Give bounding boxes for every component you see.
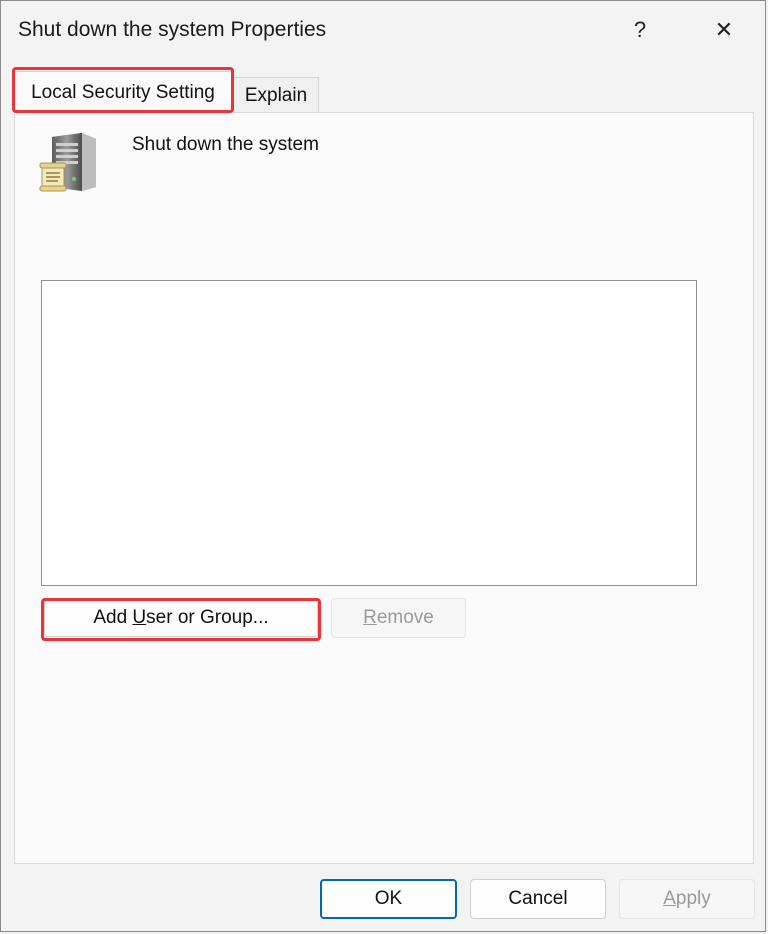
- help-icon: ?: [633, 17, 647, 42]
- cancel-button[interactable]: Cancel: [470, 879, 606, 919]
- server-policy-icon: [39, 133, 96, 192]
- properties-dialog: Shut down the system Properties ? ✕ Loca…: [0, 0, 766, 932]
- remove-access-key: R: [363, 607, 377, 628]
- tab-label: Local Security Setting: [31, 81, 215, 103]
- ok-button[interactable]: OK: [320, 879, 457, 919]
- help-button[interactable]: ?: [613, 11, 667, 49]
- apply-access-key: A: [663, 888, 676, 909]
- window-title: Shut down the system Properties: [18, 18, 327, 41]
- apply-button[interactable]: Apply: [619, 879, 755, 919]
- policy-name: Shut down the system: [132, 134, 319, 155]
- add-suffix: ser or Group...: [146, 607, 269, 628]
- tab-label: Explain: [244, 84, 308, 106]
- tab-explain[interactable]: Explain: [233, 77, 319, 113]
- user-group-list[interactable]: [41, 280, 697, 586]
- title-bar: Shut down the system Properties ? ✕: [1, 1, 767, 61]
- cancel-label: Cancel: [508, 888, 568, 909]
- add-user-or-group-button[interactable]: Add User or Group...: [44, 599, 318, 637]
- tab-local-security-setting[interactable]: Local Security Setting: [14, 71, 232, 113]
- close-icon: ✕: [714, 17, 734, 42]
- close-button[interactable]: ✕: [697, 11, 751, 49]
- ok-label: OK: [374, 888, 403, 909]
- add-prefix: Add: [93, 607, 133, 628]
- apply-suffix: pply: [675, 888, 711, 909]
- remove-suffix: emove: [376, 607, 434, 628]
- add-access-key: U: [132, 607, 147, 628]
- remove-button[interactable]: Remove: [331, 598, 466, 638]
